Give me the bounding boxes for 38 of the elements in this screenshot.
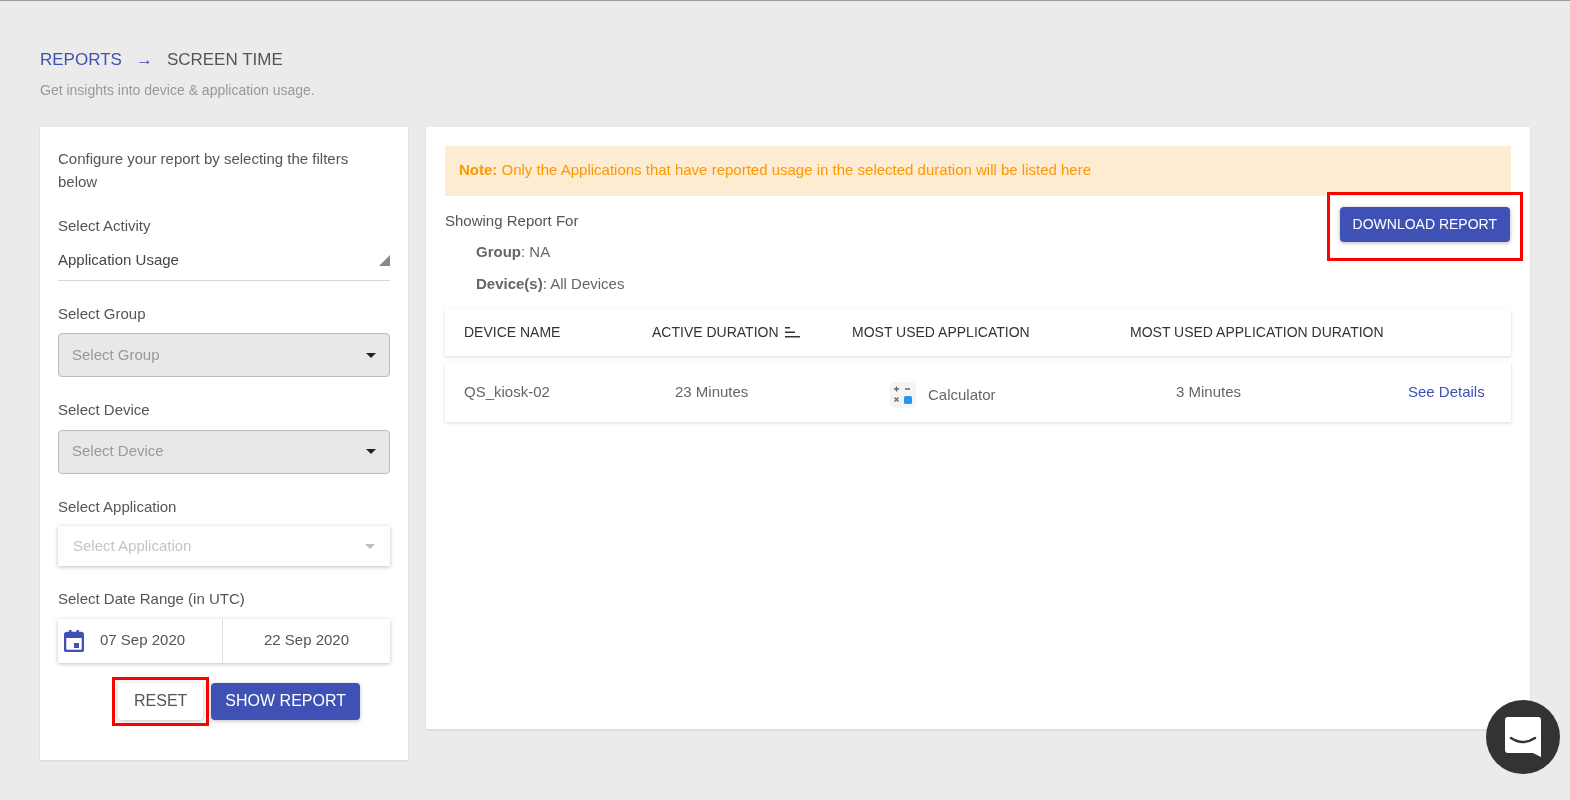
column-header: MOST USED APPLICATION [852, 323, 1030, 342]
download-report-button[interactable]: DOWNLOAD REPORT [1339, 206, 1510, 242]
calculator-icon [890, 382, 916, 408]
activity-select[interactable]: Application Usage [58, 245, 390, 281]
page-title: SCREEN TIME [166, 49, 283, 71]
breadcrumb-arrow: → [135, 49, 153, 71]
report-heading: Showing Report For [445, 210, 580, 231]
dropdown-caret-icon [366, 449, 376, 454]
calendar-icon [64, 629, 84, 652]
breadcrumb-link[interactable]: REPORTS [40, 47, 122, 73]
column-header[interactable]: ACTIVE DURATION [652, 322, 779, 343]
show-report-button[interactable]: SHOW REPORT [211, 682, 360, 720]
field-label: Select Device [58, 400, 151, 420]
corner-triangle-icon [379, 254, 390, 266]
see-details-link[interactable]: See Details [1398, 380, 1492, 404]
filter-intro: Configure your report by selecting the filters below [58, 148, 350, 192]
dropdown-caret-icon [365, 543, 375, 549]
report-detail: Group: NA [475, 242, 552, 262]
column-header: DEVICE NAME [464, 323, 561, 342]
table-cell-text: 23 Minutes [674, 381, 750, 402]
field-label: Select Application [58, 496, 178, 517]
start-date: 07 Sep 2020 [100, 630, 186, 651]
table-cell-text: Calculator [928, 384, 996, 405]
field-label: Select Date Range (in UTC) [58, 589, 246, 609]
report-detail: Device(s): All Devices [475, 273, 625, 294]
reset-button[interactable]: RESET [118, 682, 204, 720]
end-date: 22 Sep 2020 [262, 630, 351, 651]
sort-icon[interactable] [784, 327, 800, 338]
dropdown-caret-icon [366, 352, 376, 358]
field-label: Select Activity [58, 215, 152, 236]
date-range-field[interactable]: 07 Sep 2020 22 Sep 2020 [58, 618, 390, 663]
table-cell-text: QS_kiosk-02 [464, 381, 551, 402]
note-text: Note: Only the Applications that have reported usage in the selected duration will be listed here [459, 160, 1092, 181]
column-header: MOST USED APPLICATION DURATION [1130, 323, 1384, 342]
field-label: Select Group [58, 303, 147, 324]
table-cell-text: 3 Minutes [1175, 381, 1243, 402]
chat-bubble-icon [1505, 717, 1541, 757]
page-subtitle: Get insights into device & application usage. [40, 80, 316, 100]
